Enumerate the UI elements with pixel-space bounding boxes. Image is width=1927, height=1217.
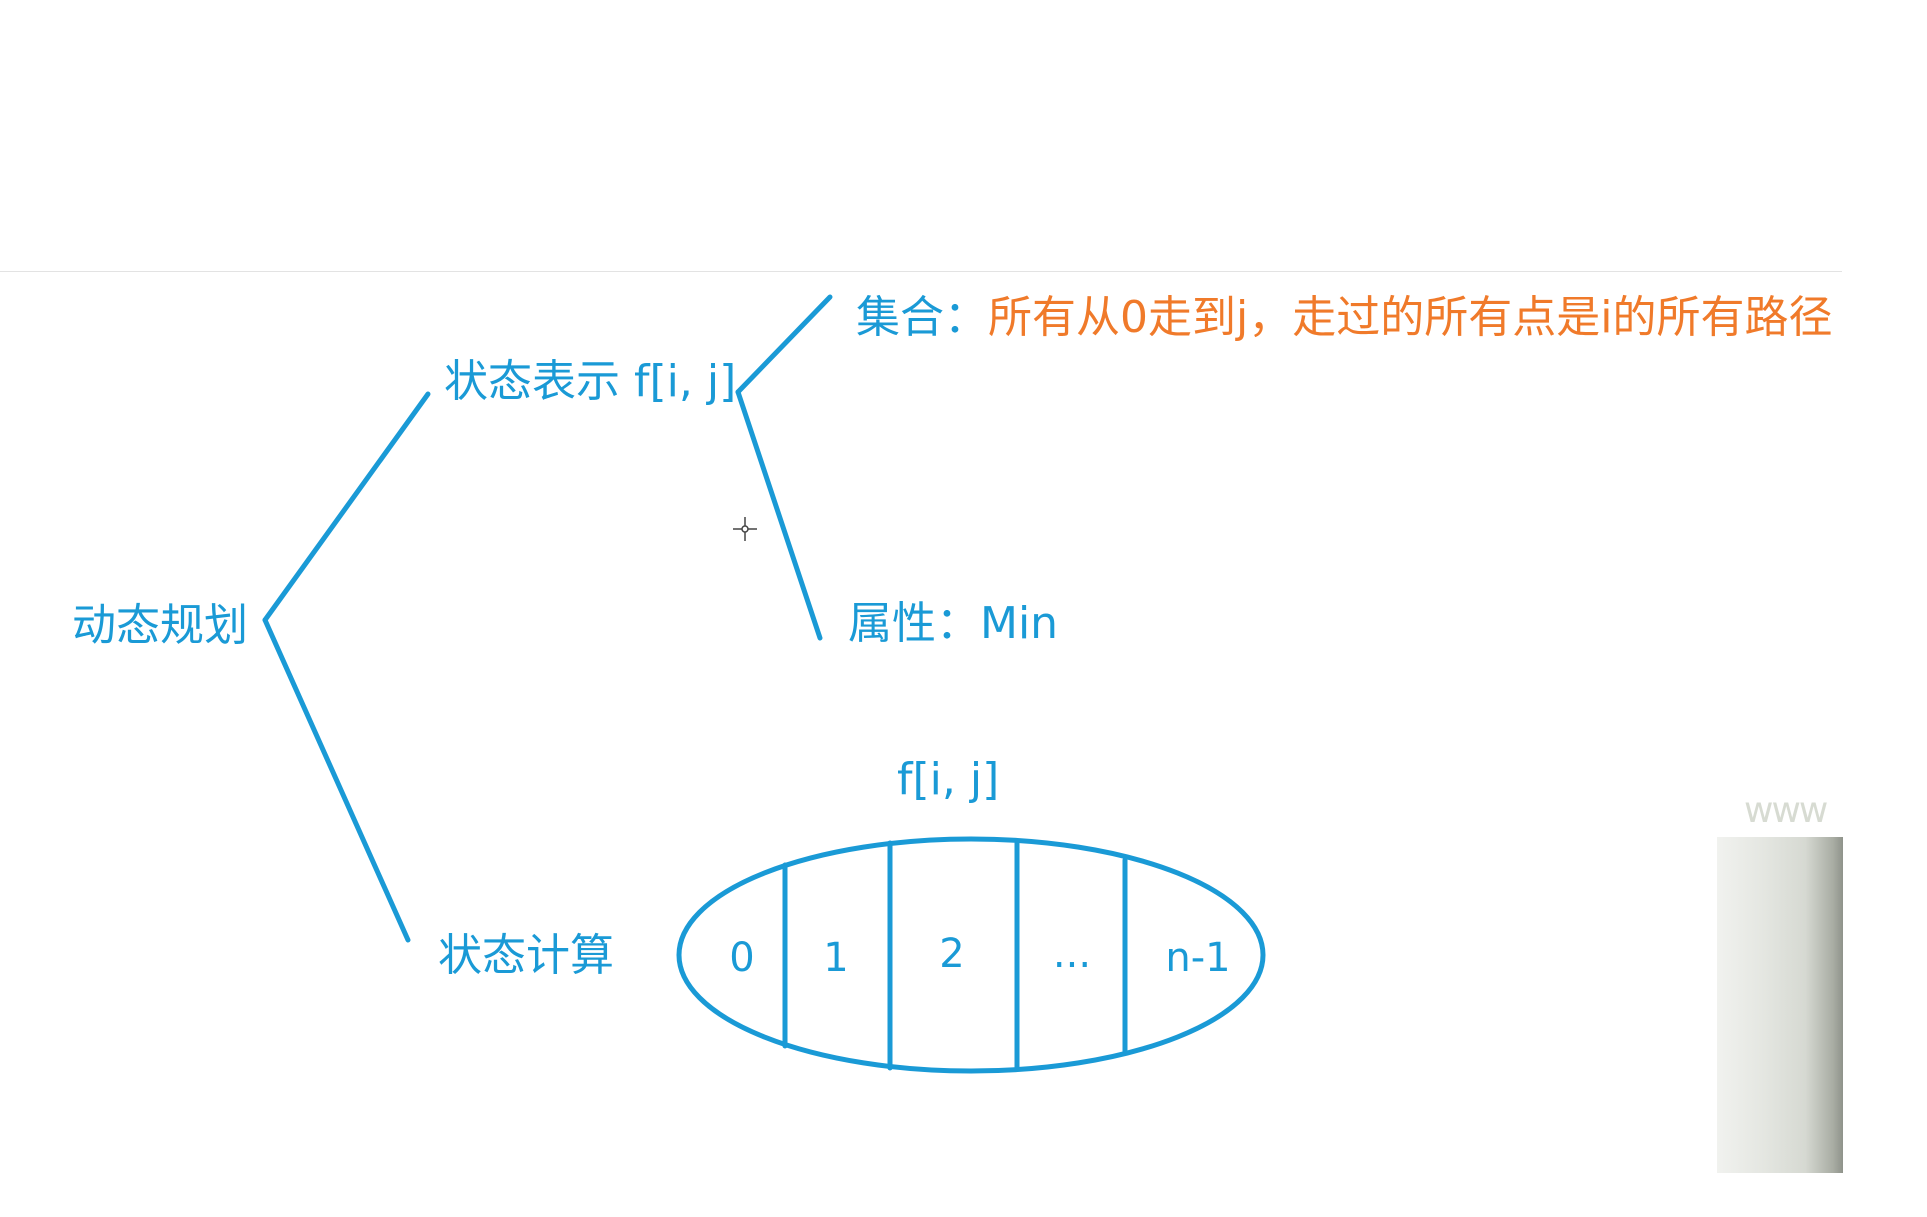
crosshair-cursor-icon [733, 517, 757, 541]
set-label: 集合： [856, 292, 988, 343]
partition-cell-ellipsis: ... [1052, 931, 1092, 977]
partition-cell-0: 0 [729, 935, 755, 981]
edge-representation-to-set [735, 294, 833, 395]
edge-root-to-computation [262, 617, 411, 943]
partition-cell-1: 1 [823, 935, 849, 981]
video-thumbnail-image [1717, 837, 1843, 1173]
set-description: 所有从0走到j，走过的所有点是i的所有路径 [988, 292, 1833, 343]
state-representation-label: 状态表示 f[i, j] [444, 356, 737, 407]
state-computation-label: 状态计算 [438, 930, 614, 981]
root-label: 动态规划 [72, 600, 248, 651]
edge-root-to-representation [262, 391, 431, 623]
partition-cell-n-minus-1: n-1 [1165, 935, 1231, 981]
set-row: 集合：所有从0走到j，走过的所有点是i的所有路径 [856, 296, 1832, 340]
partition-cell-2: 2 [939, 931, 965, 977]
attribute-label: 属性：Min [848, 598, 1059, 649]
partition-title: f[i, j] [897, 754, 1000, 805]
edge-representation-to-attribute [735, 389, 823, 641]
watermark-text: www [1744, 790, 1828, 831]
